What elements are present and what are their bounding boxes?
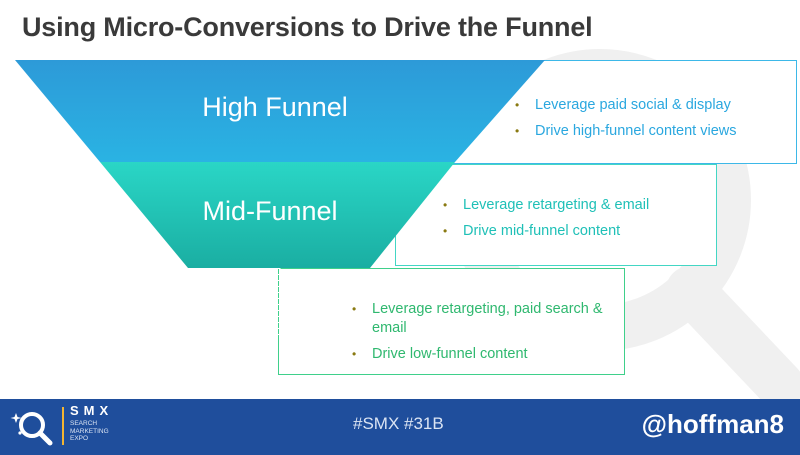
high-funnel-label: High Funnel [202,92,348,122]
bullet-item: • Leverage paid social & display [515,97,731,113]
high-funnel-bullets: • Leverage paid social & display • Drive h… [515,96,785,148]
mid-funnel-bullets: • Leverage retargeting & email • Drive mid… [443,196,708,248]
bullet-icon: • [352,302,357,316]
footer-bar: SMX SEARCH MARKETING EXPO #SMX #31B @hof… [0,399,800,455]
bullet-icon: • [352,347,357,361]
logo-divider [62,407,64,445]
mid-funnel-label: Mid-Funnel [202,196,338,226]
low-funnel-bullets: • Leverage retargeting, paid search & ema… [352,300,617,371]
smx-magnifier-logo-icon [10,412,53,446]
logo-subtitle: SEARCH MARKETING EXPO [70,420,109,442]
bullet-item: • Drive high-funnel content views [515,123,737,139]
bullet-item: • Drive mid-funnel content [443,223,621,239]
bullet-icon: • [443,198,448,212]
bullet-icon: • [443,224,448,238]
logo-title: SMX [70,403,114,418]
bullet-item: • Leverage retargeting & email [443,197,650,213]
bullet-icon: • [515,124,520,138]
bullet-item: • Leverage retargeting, paid search & ema… [352,301,603,336]
bullet-icon: • [515,98,520,112]
bullet-item: • Drive low-funnel content [352,346,528,362]
event-hashtag: #SMX #31B [353,414,444,433]
twitter-handle: @hoffman8 [641,409,784,439]
